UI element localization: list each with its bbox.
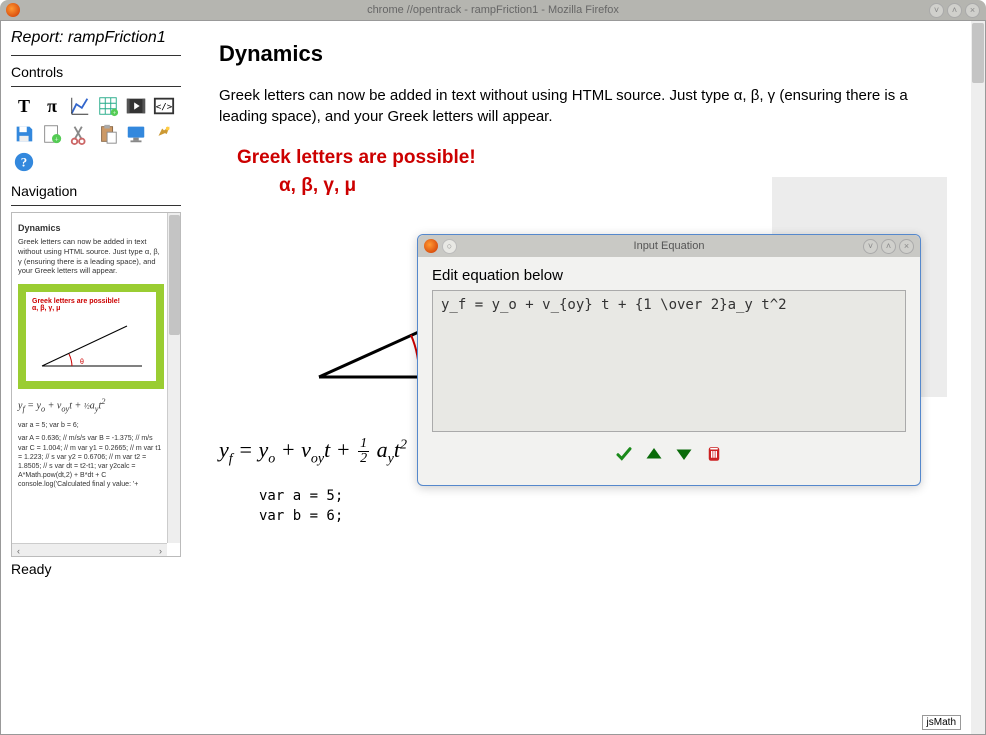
controls-label: Controls bbox=[11, 64, 181, 87]
code-block: var a = 5; var b = 6; bbox=[259, 487, 957, 526]
move-up-button[interactable] bbox=[644, 445, 664, 463]
window-titlebar: chrome //opentrack - rampFriction1 - Moz… bbox=[0, 0, 986, 20]
nav-scrollbar-vertical[interactable] bbox=[167, 213, 180, 543]
save-button[interactable] bbox=[11, 121, 37, 147]
pi-equation-button[interactable]: π bbox=[39, 93, 65, 119]
nav-title[interactable]: Dynamics bbox=[18, 223, 164, 233]
scroll-right-icon[interactable]: › bbox=[154, 544, 167, 557]
chart-button[interactable] bbox=[67, 93, 93, 119]
confirm-button[interactable] bbox=[614, 445, 634, 463]
navigation-panel: Dynamics Greek letters can now be added … bbox=[11, 212, 181, 557]
dialog-actions bbox=[432, 437, 906, 475]
cut-button[interactable] bbox=[67, 121, 93, 147]
firefox-icon bbox=[424, 239, 438, 253]
display-button[interactable] bbox=[123, 121, 149, 147]
nav-scroll-thumb[interactable] bbox=[169, 215, 180, 335]
svg-text:θ: θ bbox=[80, 359, 84, 366]
main-scroll-thumb[interactable] bbox=[972, 23, 984, 83]
dialog-title: Input Equation bbox=[634, 240, 705, 252]
close-button[interactable]: × bbox=[965, 3, 980, 18]
maximize-button[interactable]: ˄ bbox=[947, 3, 962, 18]
move-down-button[interactable] bbox=[674, 445, 694, 463]
window-title: chrome //opentrack - rampFriction1 - Moz… bbox=[367, 4, 619, 16]
settings-button[interactable] bbox=[151, 121, 177, 147]
report-title: Report: rampFriction1 bbox=[11, 29, 181, 56]
main-scrollbar[interactable] bbox=[971, 21, 985, 734]
page-heading: Dynamics bbox=[219, 41, 957, 67]
paste-button[interactable] bbox=[95, 121, 121, 147]
dialog-maximize-button[interactable]: ˄ bbox=[881, 239, 896, 254]
sidebar: Report: rampFriction1 Controls T π + </>… bbox=[1, 21, 191, 734]
status-text: Ready bbox=[11, 561, 181, 577]
firefox-icon bbox=[6, 3, 20, 17]
input-equation-dialog: ○ Input Equation ˅ ˄ × Edit equation bel… bbox=[417, 234, 921, 486]
help-button[interactable]: ? bbox=[11, 149, 37, 175]
table-button[interactable]: + bbox=[95, 93, 121, 119]
jsmath-badge[interactable]: jsMath bbox=[922, 715, 961, 730]
svg-text:+: + bbox=[55, 134, 59, 143]
code-line: var a = 5; bbox=[259, 487, 957, 507]
controls-toolbar: T π + </> + ? bbox=[11, 93, 181, 175]
nav-para: Greek letters can now be added in text w… bbox=[18, 237, 164, 276]
svg-text:</>: </> bbox=[156, 102, 173, 113]
nav-preview[interactable]: Greek letters are possible! α, β, γ, μ θ bbox=[18, 284, 164, 389]
nav-scrollbar-horizontal[interactable]: ‹ › bbox=[12, 543, 167, 556]
dialog-close-button[interactable]: × bbox=[899, 239, 914, 254]
dialog-label: Edit equation below bbox=[432, 267, 906, 284]
code-line: var b = 6; bbox=[259, 507, 957, 527]
navigation-label: Navigation bbox=[11, 183, 181, 206]
source-button[interactable]: </> bbox=[151, 93, 177, 119]
dialog-titlebar[interactable]: ○ Input Equation ˅ ˄ × bbox=[418, 235, 920, 257]
dialog-menu-button[interactable]: ○ bbox=[442, 239, 457, 254]
video-button[interactable] bbox=[123, 93, 149, 119]
nav-equation[interactable]: yf = yo + voyt + ½ayt2 bbox=[18, 397, 164, 413]
nav-code-1[interactable]: var a = 5; var b = 6; bbox=[18, 421, 164, 430]
minimize-button[interactable]: ˅ bbox=[929, 3, 944, 18]
equation-input[interactable] bbox=[432, 290, 906, 432]
dialog-minimize-button[interactable]: ˅ bbox=[863, 239, 878, 254]
delete-button[interactable] bbox=[704, 445, 724, 463]
intro-paragraph: Greek letters can now be added in text w… bbox=[219, 85, 957, 127]
scroll-left-icon[interactable]: ‹ bbox=[12, 544, 25, 557]
svg-text:+: + bbox=[113, 110, 117, 117]
svg-text:?: ? bbox=[21, 156, 27, 170]
new-page-button[interactable]: + bbox=[39, 121, 65, 147]
nav-code-2[interactable]: var A = 0.636; // m/s/s var B = -1.375; … bbox=[18, 434, 164, 489]
greek-callout: Greek letters are possible! bbox=[237, 147, 957, 169]
text-tool-button[interactable]: T bbox=[11, 93, 37, 119]
